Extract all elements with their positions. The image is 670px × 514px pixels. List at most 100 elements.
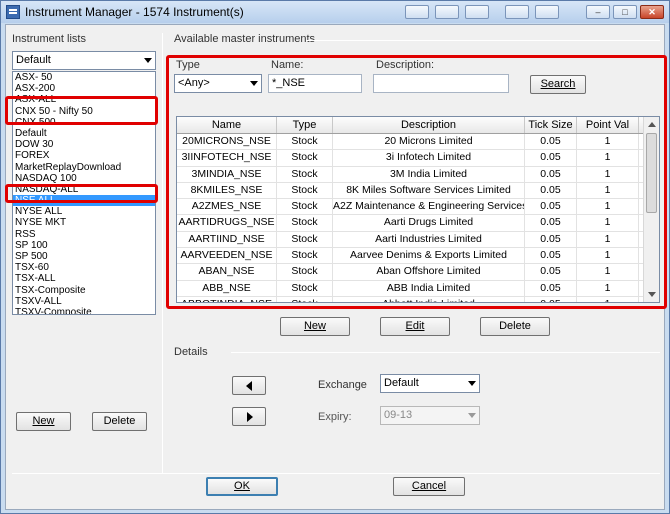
grid-scrollbar[interactable] (643, 117, 659, 302)
instrument-list-dropdown[interactable]: Default (12, 51, 156, 70)
table-row[interactable]: 3IINFOTECH_NSE Stock 3i Infotech Limited 0.… (177, 150, 659, 167)
type-label: Type (176, 59, 200, 71)
table-cell: AARVEEDEN_NSE (177, 248, 277, 264)
close-button[interactable]: ✕ (640, 5, 664, 19)
table-cell: Stock (277, 150, 333, 166)
details-group-line (231, 352, 660, 353)
list-item[interactable]: TSX-Composite (13, 285, 155, 296)
table-cell: Stock (277, 248, 333, 264)
table-row[interactable]: AARTIIND_NSE Stock Aarti Industries Limite… (177, 231, 659, 249)
delete-instrument-button[interactable]: Delete (480, 317, 550, 336)
table-cell: Aarti Industries Limited (333, 231, 525, 248)
table-cell: 0.05 (525, 199, 577, 215)
table-cell: 8K Miles Software Services Limited (333, 182, 525, 199)
vertical-separator (162, 33, 163, 473)
instruments-grid[interactable]: Name Type Description Tick Size Point Val 20… (176, 116, 660, 303)
edit-instrument-button[interactable]: Edit (380, 317, 450, 336)
table-row[interactable]: A2ZMES_NSE Stock A2Z Maintenance & Enginee… (177, 199, 659, 216)
table-row[interactable]: 3MINDIA_NSE Stock 3M India Limited 0.05 1 (177, 166, 659, 183)
list-item[interactable]: SP 100 (13, 240, 155, 251)
exchange-dropdown[interactable]: Default (380, 374, 480, 393)
list-item[interactable]: ASX-ALL (13, 94, 155, 105)
instrument-lists-listbox[interactable]: ASX- 50 ASX-200 ASX-ALL CNX 50 - Nifty 50 CN… (12, 71, 156, 315)
table-cell: Stock (277, 182, 333, 199)
ok-button[interactable]: OK (206, 477, 278, 496)
name-input[interactable]: *_NSE (268, 74, 362, 93)
table-cell: Aban Offshore Limited (333, 264, 525, 280)
table-row[interactable]: AARTIDRUGS_NSE Stock Aarti Drugs Limited 0.… (177, 215, 659, 232)
toolbar-icon-1[interactable] (405, 5, 429, 19)
table-cell: Stock (277, 134, 333, 150)
minimize-button[interactable]: – (586, 5, 610, 19)
table-row[interactable]: ABBOTINDIA_NSEStockAbbott India Limited0… (177, 296, 659, 302)
scroll-down-icon[interactable] (648, 292, 656, 297)
app-icon (6, 5, 20, 19)
type-dropdown[interactable]: <Any> (174, 74, 262, 93)
table-cell: Stock (277, 215, 333, 231)
scroll-up-icon[interactable] (648, 122, 656, 127)
table-row[interactable]: ABAN_NSE Stock Aban Offshore Limited 0.05 1 (177, 264, 659, 281)
scroll-thumb[interactable] (646, 133, 657, 213)
list-item[interactable]: ASX-200 (13, 83, 155, 94)
table-cell: 3IINFOTECH_NSE (177, 150, 277, 166)
list-item[interactable]: NASDAQ-ALL (13, 184, 155, 195)
toolbar-icon-3[interactable] (465, 5, 489, 19)
dialog-body: Instrument lists Default ASX- 50 ASX-200 A… (5, 24, 667, 510)
list-item[interactable]: CNX 500 (13, 117, 155, 128)
table-row[interactable]: 8KMILES_NSE Stock 8K Miles Software Servic… (177, 182, 659, 200)
list-item[interactable]: TSXV-Composite (13, 307, 155, 314)
list-item[interactable]: MarketReplayDownload (13, 162, 155, 173)
column-header[interactable]: Tick Size (525, 117, 577, 133)
list-item[interactable]: DOW 30 (13, 139, 155, 150)
table-cell: 1 (577, 280, 639, 296)
column-header[interactable]: Point Val (577, 117, 639, 133)
maximize-button[interactable]: □ (613, 5, 637, 19)
table-row[interactable]: AARVEEDEN_NSE Stock Aarvee Denims & Export… (177, 248, 659, 265)
grid-body: 20MICRONS_NSE Stock 20 Microns Limited 0.05… (177, 134, 659, 302)
search-button[interactable]: Search (530, 75, 586, 94)
chevron-down-icon (468, 381, 476, 386)
table-row[interactable]: 20MICRONS_NSE Stock 20 Microns Limited 0.05… (177, 134, 659, 151)
table-cell: 3M India Limited (333, 166, 525, 182)
toolbar-icon-2[interactable] (435, 5, 459, 19)
list-item[interactable]: TSX-60 (13, 262, 155, 273)
list-item[interactable]: Default (13, 128, 155, 139)
list-item[interactable]: TSXV-ALL (13, 296, 155, 307)
table-cell: 0.05 (525, 248, 577, 264)
new-instrument-button[interactable]: New (280, 317, 350, 336)
name-label: Name: (271, 59, 304, 71)
table-cell: A2Z Maintenance & Engineering Services (333, 199, 525, 215)
table-row[interactable]: ABB_NSE Stock ABB India Limited 0.05 1 (177, 280, 659, 297)
delete-list-button[interactable]: Delete (92, 412, 147, 431)
exchange-value: Default (384, 377, 419, 389)
list-item[interactable]: RSS (13, 229, 155, 240)
expiry-label: Expiry: (318, 411, 352, 423)
list-item[interactable]: NASDAQ 100 (13, 173, 155, 184)
title-bar[interactable]: Instrument Manager - 1574 Instrument(s) … (1, 1, 669, 23)
list-item[interactable]: NSE ALL (13, 195, 155, 207)
move-left-button[interactable] (232, 376, 266, 395)
toolbar-icon-5[interactable] (535, 5, 559, 19)
list-item[interactable]: FOREX (13, 150, 155, 161)
cancel-button[interactable]: Cancel (393, 477, 465, 496)
column-header[interactable]: Type (277, 117, 333, 133)
table-cell: 0.05 (525, 182, 577, 199)
description-input[interactable] (373, 74, 509, 93)
new-list-button[interactable]: New (16, 412, 71, 431)
toolbar-icon-4[interactable] (505, 5, 529, 19)
table-cell: Stock (277, 199, 333, 215)
footer-separator (12, 473, 660, 474)
list-item[interactable]: SP 500 (13, 251, 155, 262)
list-item[interactable]: NYSE ALL (13, 206, 155, 217)
table-cell: 1 (577, 248, 639, 264)
move-right-button[interactable] (232, 407, 266, 426)
list-item[interactable]: ASX- 50 (13, 72, 155, 83)
table-cell: ABBOTINDIA_NSE (177, 296, 277, 302)
list-item[interactable]: TSX-ALL (13, 273, 155, 284)
column-header[interactable]: Name (177, 117, 277, 133)
list-item[interactable]: NYSE MKT (13, 217, 155, 228)
column-header[interactable]: Description (333, 117, 525, 133)
table-cell: 20 Microns Limited (333, 134, 525, 150)
list-item[interactable]: CNX 50 - Nifty 50 (13, 106, 155, 117)
instrument-lists-label: Instrument lists (12, 33, 86, 45)
